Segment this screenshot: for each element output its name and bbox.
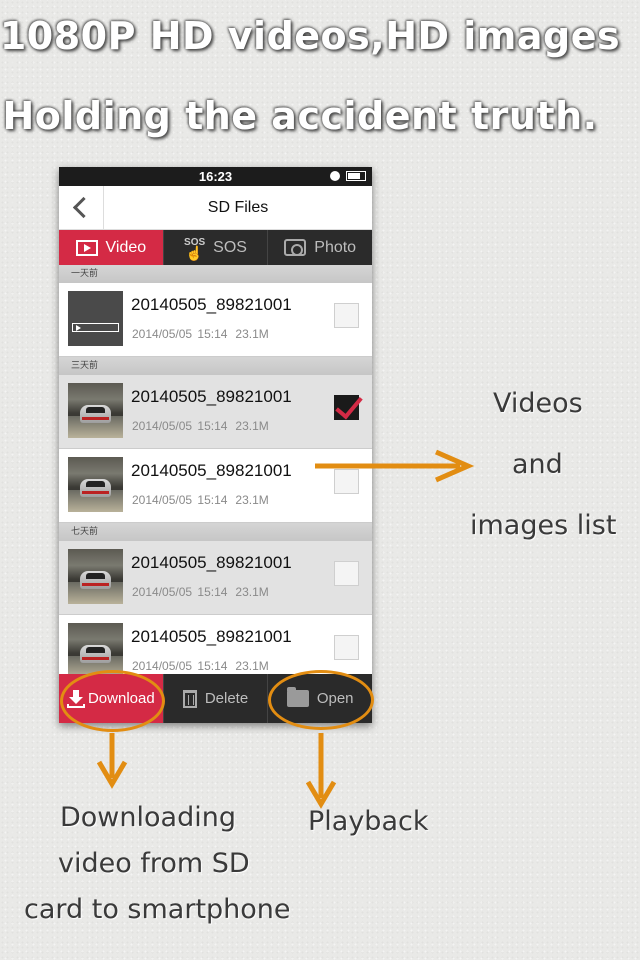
tab-photo-label: Photo <box>314 238 357 256</box>
tab-bar: Video SOS ☝ SOS Photo <box>59 230 372 265</box>
section-header: 一天前 <box>59 265 372 283</box>
select-checkbox[interactable] <box>334 469 359 494</box>
file-size: 23.1M <box>235 327 269 341</box>
file-date: 2014/05/05 15:14 <box>132 585 228 599</box>
file-name: 20140505_89821001 <box>131 553 292 572</box>
hand-icon: ☝ <box>185 244 204 261</box>
file-name: 20140505_89821001 <box>131 627 292 646</box>
page-title: SD Files <box>207 199 269 216</box>
file-size: 23.1M <box>235 585 269 599</box>
select-checkbox[interactable] <box>334 635 359 660</box>
file-name: 20140505_89821001 <box>131 461 292 480</box>
file-name: 20140505_89821001 <box>131 295 292 314</box>
file-size: 23.1M <box>235 659 269 673</box>
file-meta: 2014/05/05 15:14 23.1M <box>132 659 269 673</box>
list-item[interactable]: 20140505_89821001 2014/05/05 15:14 23.1M <box>59 283 372 357</box>
back-button[interactable] <box>59 186 104 230</box>
status-time: 16:23 <box>198 169 233 184</box>
callout-download-line2: video from SD <box>58 848 250 879</box>
list-item[interactable]: 20140505_89821001 2014/05/05 15:14 23.1M <box>59 541 372 615</box>
delete-label: Delete <box>204 690 249 707</box>
tab-photo[interactable]: Photo <box>268 230 372 265</box>
callout-download-line3: card to smartphone <box>24 894 291 925</box>
callout-and: and <box>512 449 563 480</box>
list-item[interactable]: 20140505_89821001 2014/05/05 15:14 23.1M <box>59 375 372 449</box>
file-meta: 2014/05/05 15:14 23.1M <box>132 493 269 507</box>
status-icons <box>330 171 366 181</box>
video-icon <box>75 239 98 256</box>
alarm-icon <box>330 171 340 181</box>
callout-videos: Videos <box>493 388 583 419</box>
sos-hand-icon: SOS ☝ <box>184 237 205 261</box>
arrow-down-open-icon <box>305 733 337 809</box>
file-meta: 2014/05/05 15:14 23.1M <box>132 585 269 599</box>
tab-video-label: Video <box>105 238 147 256</box>
nav-bar: SD Files <box>59 186 372 230</box>
headline-2: Holding the accident truth. <box>2 94 598 138</box>
tab-sos[interactable]: SOS ☝ SOS <box>164 230 269 265</box>
open-highlight-ellipse <box>268 670 374 730</box>
delete-button[interactable]: Delete <box>164 674 269 723</box>
video-thumbnail <box>68 457 123 512</box>
section-header: 三天前 <box>59 357 372 375</box>
callout-download-line1: Downloading <box>60 802 236 833</box>
file-meta: 2014/05/05 15:14 23.1M <box>132 327 269 341</box>
callout-playback: Playback <box>308 806 429 837</box>
battery-icon <box>346 171 366 181</box>
select-checkbox[interactable] <box>334 395 359 420</box>
file-date: 2014/05/05 15:14 <box>132 659 228 673</box>
file-date: 2014/05/05 15:14 <box>132 419 228 433</box>
status-bar: 16:23 <box>59 167 372 186</box>
file-name: 20140505_89821001 <box>131 387 292 406</box>
camera-icon <box>284 239 307 256</box>
headline-1: 1080P HD videos,HD images <box>0 14 621 58</box>
callout-images-list: images list <box>470 510 617 541</box>
file-size: 23.1M <box>235 493 269 507</box>
file-size: 23.1M <box>235 419 269 433</box>
tab-sos-label: SOS <box>213 238 247 256</box>
trash-icon <box>182 689 197 708</box>
list-item[interactable]: 20140505_89821001 2014/05/05 15:14 23.1M <box>59 449 372 523</box>
file-date: 2014/05/05 15:14 <box>132 493 228 507</box>
file-meta: 2014/05/05 15:14 23.1M <box>132 419 269 433</box>
tab-video[interactable]: Video <box>59 230 164 265</box>
download-highlight-ellipse <box>60 670 165 732</box>
video-thumbnail <box>68 291 123 346</box>
file-list: 一天前 20140505_89821001 2014/05/05 15:14 23… <box>59 265 372 689</box>
select-checkbox[interactable] <box>334 303 359 328</box>
section-header: 七天前 <box>59 523 372 541</box>
phone-screen: 16:23 SD Files Video SOS ☝ SOS Photo 一天前 <box>59 167 372 723</box>
play-bar-icon <box>72 323 119 332</box>
video-thumbnail <box>68 383 123 438</box>
file-date: 2014/05/05 15:14 <box>132 327 228 341</box>
select-checkbox[interactable] <box>334 561 359 586</box>
video-thumbnail <box>68 549 123 604</box>
arrow-down-download-icon <box>96 733 128 789</box>
